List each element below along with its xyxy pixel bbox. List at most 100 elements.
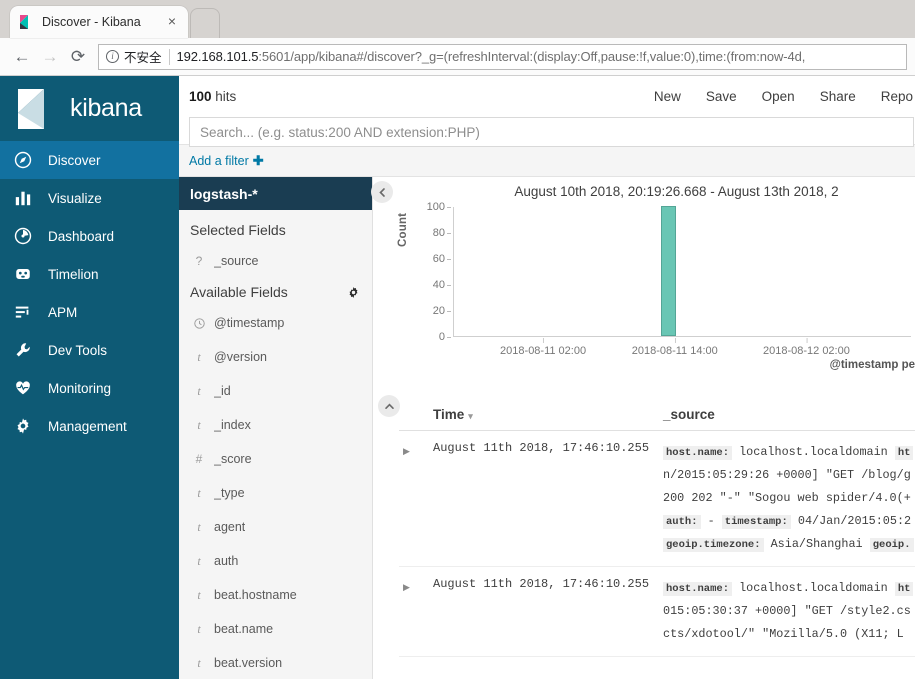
sidebar-item-monitoring[interactable]: Monitoring xyxy=(0,369,179,407)
table-row[interactable]: ▶ August 11th 2018, 17:46:10.255 host.na… xyxy=(399,430,915,567)
time-column-header[interactable]: Time ▾ xyxy=(421,395,663,431)
info-icon[interactable] xyxy=(105,49,120,64)
field-value: localhost.localdomain xyxy=(732,581,895,595)
sidebar-item-visualize[interactable]: Visualize xyxy=(0,179,179,217)
open-button[interactable]: Open xyxy=(762,89,795,104)
field-item-timestamp[interactable]: @timestamp xyxy=(179,306,372,340)
sidebar-item-timelion[interactable]: Timelion xyxy=(0,255,179,293)
field-item-index[interactable]: t _index xyxy=(179,408,372,442)
table-row[interactable]: ▶ August 11th 2018, 17:46:10.255 host.na… xyxy=(399,566,915,657)
x-axis-label: @timestamp pe xyxy=(829,359,915,371)
global-nav: kibana Discover Visualize Dashboard Time… xyxy=(0,76,179,679)
field-type-string-icon: t xyxy=(197,349,201,364)
browser-toolbar: ← → ⟳ 不安全 192.168.101.5:5601/app/kibana#… xyxy=(0,38,915,76)
selected-fields-header: Selected Fields xyxy=(179,216,372,244)
expand-row-icon[interactable]: ▶ xyxy=(403,446,410,456)
time-range-label: August 10th 2018, 20:19:26.668 - August … xyxy=(514,184,839,199)
field-value: Asia/Shanghai xyxy=(763,537,870,551)
sidebar-item-label: APM xyxy=(48,304,78,320)
field-item-id[interactable]: t _id xyxy=(179,374,372,408)
field-item-score[interactable]: # _score xyxy=(179,442,372,476)
available-fields-title: Available Fields xyxy=(190,284,288,300)
expand-row-icon[interactable]: ▶ xyxy=(403,582,410,592)
chevron-left-icon[interactable] xyxy=(371,181,393,203)
browser-tab-title: Discover - Kibana xyxy=(42,15,141,29)
chart-plot-area: Count 0 20 40 60 80 100 2018-08-11 02:00 2018-… xyxy=(397,201,915,371)
row-source-cell: host.name: localhost.localdomain ht n/20… xyxy=(663,430,915,567)
forward-icon[interactable]: → xyxy=(36,43,64,71)
field-name: _type xyxy=(214,486,245,500)
row-source-cell: host.name: localhost.localdomain ht 015:… xyxy=(663,566,915,657)
source-line: geoip.timezone: Asia/Shanghai geoip. xyxy=(663,533,915,556)
field-list: Selected Fields ? _source Available Fiel… xyxy=(179,210,372,679)
apm-icon xyxy=(14,303,40,321)
reporting-button[interactable]: Repo xyxy=(881,89,913,104)
field-settings-gear-icon[interactable] xyxy=(347,286,360,299)
field-name: beat.hostname xyxy=(214,588,297,602)
save-button[interactable]: Save xyxy=(706,89,737,104)
x-axis-ticks: 2018-08-11 02:00 2018-08-11 14:00 2018-08-… xyxy=(453,338,915,359)
field-value: cts/xdotool/" "Mozilla/5.0 (X11; L xyxy=(663,627,904,641)
field-item-auth[interactable]: t auth xyxy=(179,544,372,578)
new-tab-button[interactable] xyxy=(190,8,220,38)
field-item-type[interactable]: t _type xyxy=(179,476,372,510)
field-item-beat-name[interactable]: t beat.name xyxy=(179,612,372,646)
row-expand-cell[interactable]: ▶ xyxy=(399,566,421,657)
documents-table-wrap: Time ▾ _source ▶ August 11th 2018, 17:46:… xyxy=(373,395,915,679)
field-name: beat.name xyxy=(214,622,274,636)
field-item-agent[interactable]: t agent xyxy=(179,510,372,544)
browser-tabstrip: Discover - Kibana × xyxy=(0,0,915,38)
chevron-up-icon[interactable] xyxy=(378,395,400,417)
field-item-beat-hostname[interactable]: t beat.hostname xyxy=(179,578,372,612)
histogram-chart: August 10th 2018, 20:19:26.668 - August … xyxy=(371,177,915,395)
wrench-icon xyxy=(14,341,40,359)
url-host: 192.168.101.5 xyxy=(176,49,259,64)
sidebar-item-label: Dashboard xyxy=(48,228,115,244)
y-axis-tick: 60 xyxy=(432,253,452,265)
field-type-string-icon: t xyxy=(197,587,201,602)
y-axis-tick: 100 xyxy=(426,201,452,213)
sidebar-item-management[interactable]: Management xyxy=(0,407,179,445)
kibana-logo-icon xyxy=(14,87,58,131)
x-axis-tick: 2018-08-12 02:00 xyxy=(762,338,850,357)
sidebar-item-dashboard[interactable]: Dashboard xyxy=(0,217,179,255)
available-fields-header: Available Fields xyxy=(179,278,372,306)
new-button[interactable]: New xyxy=(654,89,681,104)
timelion-icon xyxy=(14,265,40,283)
field-item-source[interactable]: ? _source xyxy=(179,244,372,278)
add-filter-button[interactable]: Add a filter ✚ xyxy=(189,153,264,169)
field-type-string-icon: t xyxy=(197,417,201,432)
sidebar-item-apm[interactable]: APM xyxy=(0,293,179,331)
back-icon[interactable]: ← xyxy=(8,43,36,71)
close-icon[interactable]: × xyxy=(164,14,180,30)
reload-icon[interactable]: ⟳ xyxy=(64,43,92,71)
kibana-logo[interactable]: kibana xyxy=(0,76,179,141)
barchart-icon xyxy=(14,189,40,207)
chart-bar[interactable] xyxy=(660,206,676,336)
index-pattern-selector[interactable]: logstash-* xyxy=(179,177,372,210)
field-item-version[interactable]: t @version xyxy=(179,340,372,374)
sidebar-item-dev-tools[interactable]: Dev Tools xyxy=(0,331,179,369)
field-type-string-icon: t xyxy=(197,485,201,500)
search-input[interactable] xyxy=(200,124,903,140)
row-expand-cell[interactable]: ▶ xyxy=(399,430,421,567)
plus-icon: ✚ xyxy=(252,152,264,168)
address-bar[interactable]: 不安全 192.168.101.5:5601/app/kibana#/disco… xyxy=(98,43,907,70)
sidebar-item-label: Dev Tools xyxy=(48,342,108,358)
share-button[interactable]: Share xyxy=(820,89,856,104)
field-key: geoip.timezone: xyxy=(663,538,764,552)
field-value: localhost.localdomain xyxy=(732,445,895,459)
y-axis-ticks: 0 20 40 60 80 100 xyxy=(411,201,452,343)
documents-table: Time ▾ _source ▶ August 11th 2018, 17:46:… xyxy=(399,395,915,657)
main-area: 100 hits New Save Open Share Repo Search… xyxy=(179,76,915,679)
browser-tab[interactable]: Discover - Kibana × xyxy=(10,6,188,38)
source-column-header[interactable]: _source xyxy=(663,395,915,431)
chart-axes xyxy=(453,206,911,337)
field-name: _score xyxy=(214,452,252,466)
field-item-beat-version[interactable]: t beat.version xyxy=(179,646,372,679)
sidebar-item-discover[interactable]: Discover xyxy=(0,141,179,179)
y-axis-tick: 80 xyxy=(432,227,452,239)
search-bar[interactable] xyxy=(189,117,914,147)
row-time-cell: August 11th 2018, 17:46:10.255 xyxy=(421,566,663,657)
selected-fields-title: Selected Fields xyxy=(190,222,286,238)
